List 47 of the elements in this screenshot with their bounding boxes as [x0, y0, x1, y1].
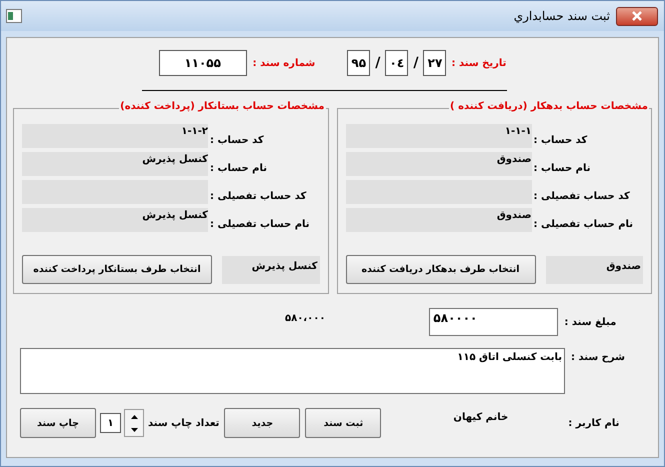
print-count-label: تعداد چاپ سند: [148, 418, 220, 428]
print-count-field[interactable]: ۱: [100, 413, 121, 433]
amount-formatted: ۵۸۰،۰۰۰: [285, 312, 326, 324]
field-label: کد حساب :: [210, 134, 264, 146]
group-legend: مشخصات حساب بدهکار (دریافت کننده ): [449, 101, 649, 112]
date-label: تاريخ سند :: [451, 58, 506, 68]
print-button[interactable]: چاپ سند: [20, 408, 96, 438]
account-summary-field: صندوق: [546, 256, 643, 284]
account-field: کنسل پذیرش: [22, 208, 208, 232]
field-label: نام حساب تفصیلی :: [210, 218, 310, 230]
date-separator: /: [413, 55, 418, 71]
month-field[interactable]: ۰٤: [385, 50, 408, 76]
description-label: شرح سند :: [571, 352, 625, 363]
select-account-button[interactable]: انتخاب طرف بستانکار پرداخت کننده: [22, 255, 212, 284]
account-field: صندوق: [346, 152, 532, 176]
account-summary-field: کنسل پذیرش: [222, 256, 320, 284]
user-name: خانم کیهان: [453, 412, 508, 422]
document-number-field[interactable]: ۱۱۰۵۵: [158, 50, 247, 76]
amount-field[interactable]: ۵۸۰۰۰۰: [429, 308, 558, 336]
field-label: نام حساب :: [534, 162, 590, 174]
close-icon[interactable]: [631, 11, 643, 21]
field-label: نام حساب تفصیلی :: [534, 218, 634, 230]
description-field[interactable]: بابت کنسلی اتاق ۱۱۵: [20, 348, 565, 394]
account-field: ۱-۱-۱: [346, 124, 532, 148]
field-label: نام حساب :: [210, 162, 267, 174]
spinner[interactable]: [124, 409, 144, 437]
action-button[interactable]: ثبت سند: [305, 408, 382, 438]
action-button[interactable]: جدید: [224, 408, 300, 438]
app-icon: [6, 9, 22, 23]
year-field[interactable]: ۹۵: [347, 50, 370, 76]
account-field: صندوق: [346, 208, 532, 232]
down-arrow-icon[interactable]: [130, 428, 138, 432]
field-label: کد حساب تفصیلی :: [210, 190, 306, 202]
day-field[interactable]: ۲۷: [423, 50, 446, 76]
select-account-button[interactable]: انتخاب طرف بدهکار دریافت کننده: [346, 255, 536, 284]
account-field: کنسل پذیرش: [22, 152, 208, 176]
group-legend: مشخصات حساب بستانکار (پرداخت کننده): [119, 101, 326, 112]
amount-label: مبلغ سند :: [564, 316, 616, 328]
account-field: ۱-۱-۲: [22, 124, 208, 148]
user-label: نام کاربر :: [568, 418, 620, 428]
field-label: کد حساب تفصیلی :: [534, 190, 630, 202]
window-title: ثبت سند حسابداري: [514, 9, 610, 23]
document-number-label: شماره سند :: [252, 58, 316, 68]
close-button[interactable]: [616, 6, 658, 26]
up-arrow-icon[interactable]: [130, 414, 138, 418]
field-label: کد حساب :: [534, 134, 588, 146]
date-separator: /: [375, 55, 380, 71]
